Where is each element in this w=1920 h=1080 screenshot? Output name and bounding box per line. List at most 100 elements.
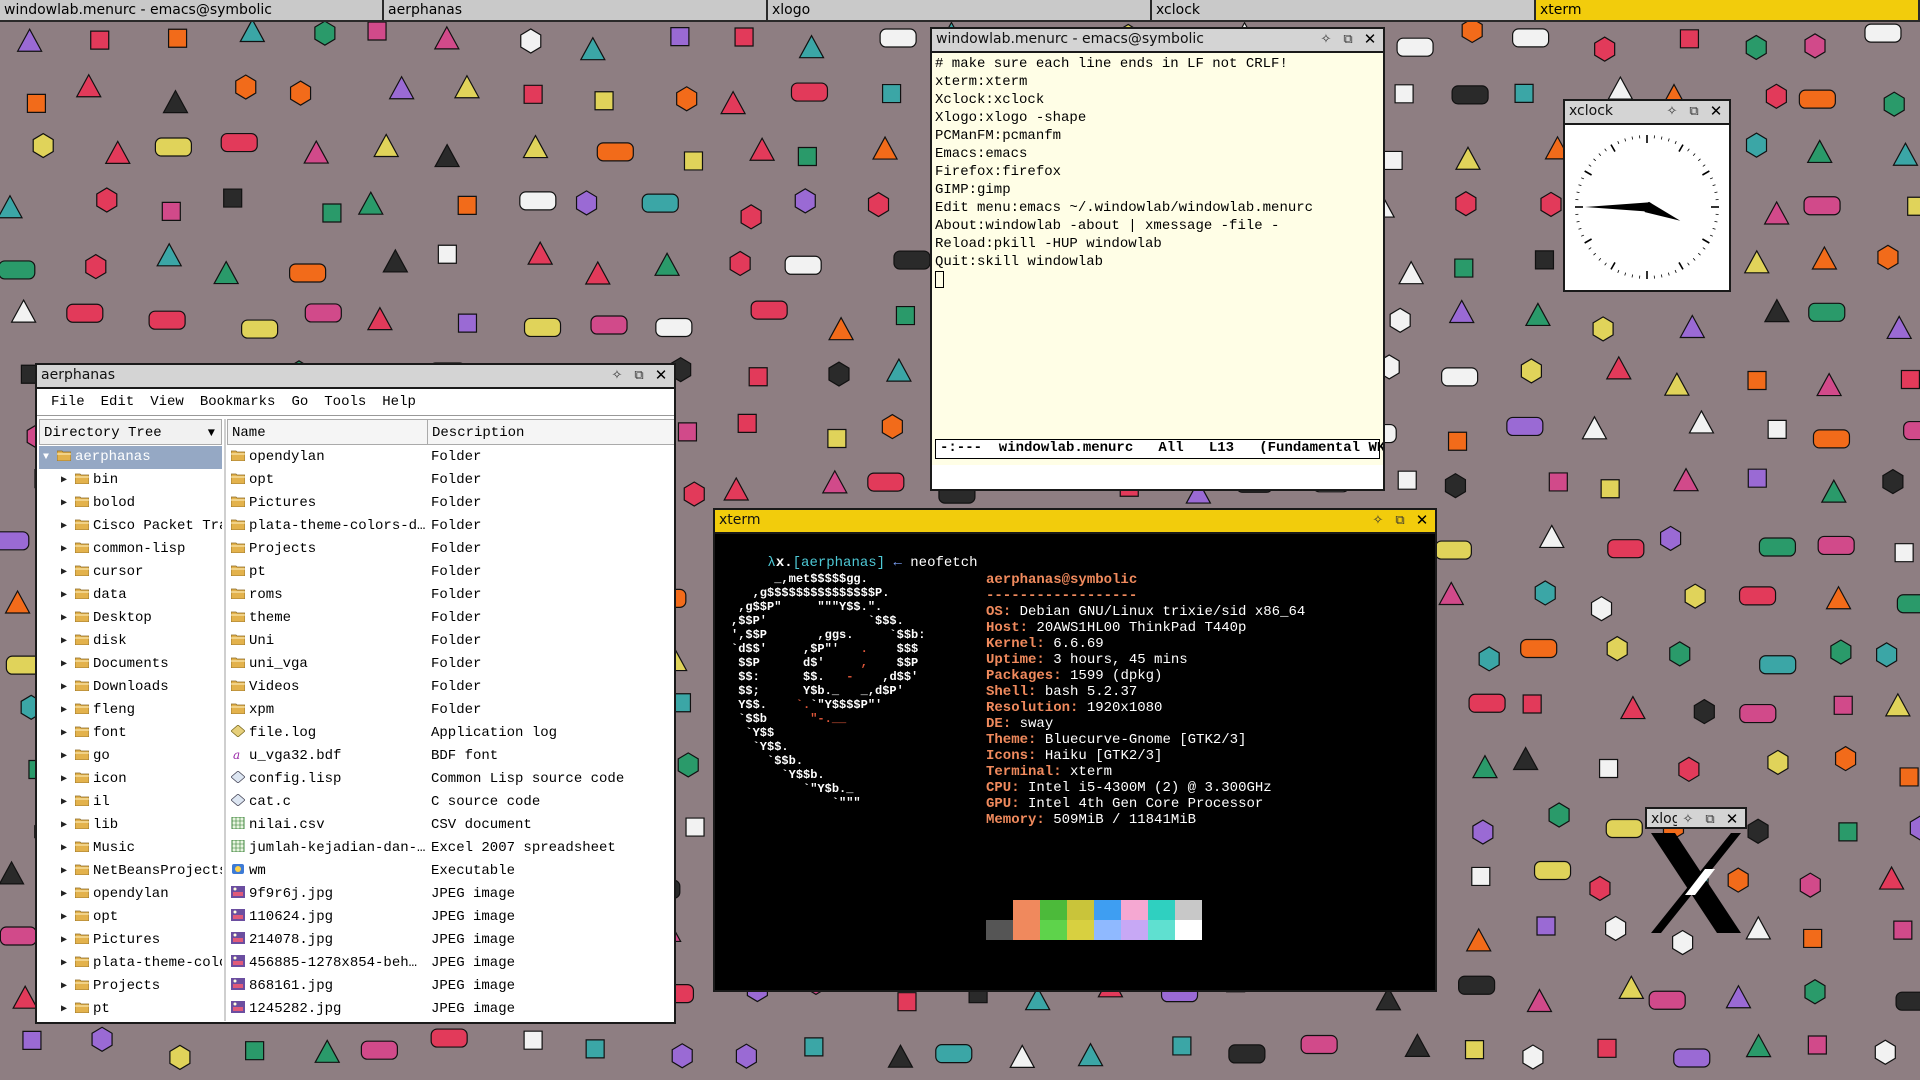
pin-icon[interactable]: ✧ — [1661, 101, 1683, 122]
file-row[interactable]: 456885-1278x854-beh… JPEG image — [227, 952, 674, 975]
tree-item[interactable]: ▶ opendylan — [39, 883, 222, 906]
tree-item[interactable]: ▶ bolod — [39, 492, 222, 515]
tree-item[interactable]: ▶ Cisco Packet Trac — [39, 515, 222, 538]
taskbar-item[interactable]: windowlab.menurc - emacs@symbolic — [0, 0, 384, 22]
file-row[interactable]: Pictures Folder — [227, 492, 674, 515]
expander-icon[interactable]: ▶ — [61, 791, 67, 814]
tree-item[interactable]: ▶ Desktop — [39, 607, 222, 630]
directory-tree[interactable]: ▼ aerphanas ▶ bin ▶ bolod ▶ Cisco Packet Trac ▶ c… — [39, 446, 222, 1021]
file-row[interactable]: nilai.csv CSV document — [227, 814, 674, 837]
file-row[interactable]: a u_vga32.bdf BDF font — [227, 745, 674, 768]
menu-tools[interactable]: Tools — [316, 389, 374, 415]
tree-item[interactable]: ▶ lib — [39, 814, 222, 837]
expander-icon[interactable]: ▶ — [61, 630, 67, 653]
maximize-icon[interactable]: ⧉ — [1389, 510, 1411, 531]
pin-icon[interactable]: ✧ — [1367, 510, 1389, 531]
tree-item[interactable]: ▶ data — [39, 584, 222, 607]
tree-item[interactable]: ▶ opt — [39, 906, 222, 929]
tree-item[interactable]: ▶ go — [39, 745, 222, 768]
close-icon[interactable]: ✕ — [1705, 101, 1727, 122]
tree-item[interactable]: ▶ Projects — [39, 975, 222, 998]
tree-item[interactable]: ▶ bin — [39, 469, 222, 492]
pane-divider[interactable] — [224, 419, 226, 1021]
file-list[interactable]: opendylan Folder opt Folder Pictures Folder pl… — [227, 446, 674, 1021]
emacs-titlebar[interactable]: windowlab.menurc - emacs@symbolic ✧ ⧉ ✕ — [932, 29, 1383, 53]
file-row[interactable]: Projects Folder — [227, 538, 674, 561]
taskbar-item[interactable]: xterm — [1536, 0, 1920, 22]
expander-icon[interactable]: ▶ — [61, 745, 67, 768]
file-row[interactable]: xpm Folder — [227, 699, 674, 722]
tree-item[interactable]: ▶ il — [39, 791, 222, 814]
expander-icon[interactable]: ▶ — [61, 492, 67, 515]
file-row[interactable]: opt Folder — [227, 469, 674, 492]
pin-icon[interactable]: ✧ — [1677, 809, 1699, 827]
xlogo-window[interactable]: xlog ✧ ⧉ ✕ — [1645, 807, 1747, 937]
file-row[interactable]: 1245282.jpg JPEG image — [227, 998, 674, 1021]
file-row[interactable]: file.log Application log — [227, 722, 674, 745]
file-row[interactable]: plata-theme-colors-d… Folder — [227, 515, 674, 538]
expander-icon[interactable]: ▶ — [61, 653, 67, 676]
close-icon[interactable]: ✕ — [1721, 809, 1743, 827]
file-manager-titlebar[interactable]: aerphanas ✧ ⧉ ✕ — [37, 365, 674, 389]
file-row[interactable]: pt Folder — [227, 561, 674, 584]
tree-item[interactable]: ▶ common-lisp — [39, 538, 222, 561]
expander-icon[interactable]: ▶ — [61, 883, 67, 906]
tree-item[interactable]: ▶ NetBeansProjects — [39, 860, 222, 883]
xclock-titlebar[interactable]: xclock ✧ ⧉ ✕ — [1565, 101, 1729, 125]
expander-icon[interactable]: ▶ — [61, 814, 67, 837]
tree-item[interactable]: ▶ Pictures — [39, 929, 222, 952]
expander-icon[interactable]: ▶ — [61, 837, 67, 860]
menu-help[interactable]: Help — [374, 389, 424, 415]
file-row[interactable]: jumlah-kejadian-dan-… Excel 2007 spreadsh… — [227, 837, 674, 860]
tree-item[interactable]: ▶ Downloads — [39, 676, 222, 699]
menu-edit[interactable]: Edit — [93, 389, 143, 415]
file-manager-window[interactable]: aerphanas ✧ ⧉ ✕ File Edit View Bookmarks Go T… — [35, 363, 676, 1024]
file-row[interactable]: opendylan Folder — [227, 446, 674, 469]
taskbar-item[interactable]: xlogo — [768, 0, 1152, 22]
xterm-titlebar[interactable]: xterm ✧ ⧉ ✕ — [715, 510, 1435, 534]
prompt-line-current[interactable]: λx.[aerphanas] ← _ — [717, 974, 919, 990]
menu-bookmarks[interactable]: Bookmarks — [192, 389, 284, 415]
file-row[interactable]: roms Folder — [227, 584, 674, 607]
maximize-icon[interactable]: ⧉ — [1683, 101, 1705, 122]
expander-icon[interactable]: ▶ — [61, 722, 67, 745]
file-row[interactable]: wm Executable — [227, 860, 674, 883]
sidebar-mode-select[interactable]: Directory Tree ▼ — [39, 419, 222, 445]
maximize-icon[interactable]: ⧉ — [628, 365, 650, 386]
expander-icon[interactable]: ▶ — [61, 561, 67, 584]
tree-item[interactable]: ▶ pt — [39, 998, 222, 1021]
file-row[interactable]: 214078.jpg JPEG image — [227, 929, 674, 952]
maximize-icon[interactable]: ⧉ — [1699, 809, 1721, 827]
expander-icon[interactable]: ▶ — [61, 584, 67, 607]
tree-item[interactable]: ▶ fleng — [39, 699, 222, 722]
pin-icon[interactable]: ✧ — [606, 365, 628, 386]
pin-icon[interactable]: ✧ — [1315, 29, 1337, 50]
expander-icon[interactable]: ▶ — [61, 952, 67, 975]
file-row[interactable]: cat.c C source code — [227, 791, 674, 814]
maximize-icon[interactable]: ⧉ — [1337, 29, 1359, 50]
menu-go[interactable]: Go — [283, 389, 316, 415]
tree-item[interactable]: ▶ Documents — [39, 653, 222, 676]
close-icon[interactable]: ✕ — [1411, 510, 1433, 531]
expander-icon[interactable]: ▶ — [61, 768, 67, 791]
expander-icon[interactable]: ▶ — [61, 998, 67, 1021]
tree-item-root[interactable]: ▼ aerphanas — [39, 446, 222, 469]
file-row[interactable]: Uni Folder — [227, 630, 674, 653]
emacs-window[interactable]: windowlab.menurc - emacs@symbolic ✧ ⧉ ✕ … — [930, 27, 1385, 491]
expander-icon[interactable]: ▶ — [61, 676, 67, 699]
expander-icon[interactable]: ▶ — [61, 607, 67, 630]
tree-item[interactable]: ▶ plata-theme-color — [39, 952, 222, 975]
taskbar-item[interactable]: xclock — [1152, 0, 1536, 22]
file-row[interactable]: 9f9r6j.jpg JPEG image — [227, 883, 674, 906]
expander-icon[interactable]: ▶ — [61, 906, 67, 929]
xclock-window[interactable]: xclock ✧ ⧉ ✕ — [1563, 99, 1731, 292]
file-row[interactable]: 110624.jpg JPEG image — [227, 906, 674, 929]
expander-icon[interactable]: ▶ — [61, 860, 67, 883]
xlogo-titlebar[interactable]: xlog ✧ ⧉ ✕ — [1645, 807, 1747, 829]
column-name-header[interactable]: Name — [228, 420, 428, 444]
close-icon[interactable]: ✕ — [650, 365, 672, 386]
tree-item[interactable]: ▶ icon — [39, 768, 222, 791]
file-row[interactable]: Videos Folder — [227, 676, 674, 699]
menu-file[interactable]: File — [43, 389, 93, 415]
file-row[interactable]: 868161.jpg JPEG image — [227, 975, 674, 998]
